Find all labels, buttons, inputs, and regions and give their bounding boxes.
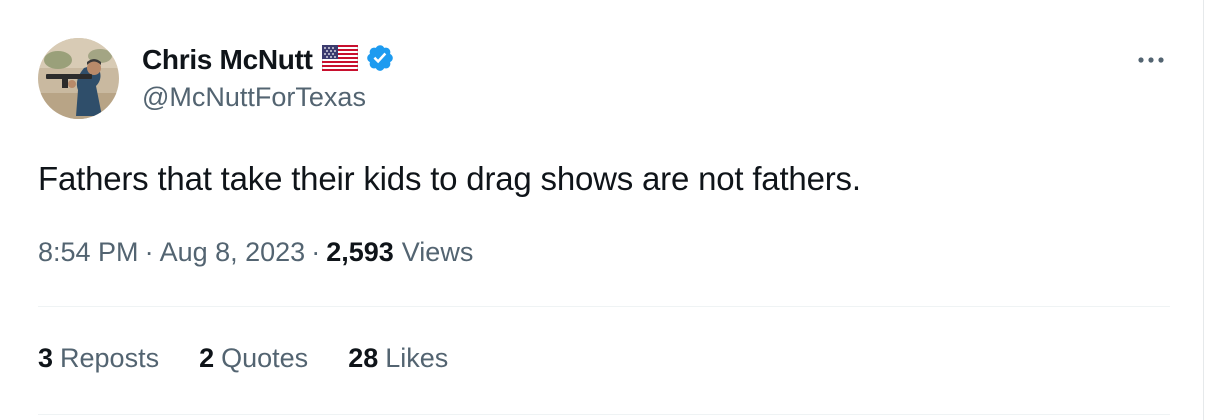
tweet-time[interactable]: 8:54 PM (38, 237, 139, 268)
stat-count: 28 (348, 343, 379, 373)
stat-label: Reposts (60, 343, 160, 373)
tweet-date[interactable]: Aug 8, 2023 (160, 237, 306, 268)
tweet-meta: 8:54 PM · Aug 8, 2023 · 2,593 Views (38, 237, 473, 268)
meta-separator: · (311, 237, 321, 267)
tweet-card: Chris McNutt @McNuttForTexas Fathers tha… (0, 0, 1204, 420)
stat-reposts[interactable]: 3 Reposts (38, 343, 159, 374)
views-label: Views (401, 237, 474, 267)
divider (38, 306, 1170, 307)
us-flag-icon (321, 44, 359, 76)
stat-likes[interactable]: 28 Likes (348, 343, 448, 374)
engagement-stats: 3 Reposts 2 Quotes 28 Likes (38, 343, 488, 374)
more-horizontal-icon[interactable] (1134, 46, 1168, 74)
stat-label: Likes (385, 343, 449, 373)
views-count: 2,593 (326, 237, 394, 267)
stat-count: 3 (38, 343, 54, 373)
tweet-text: Fathers that take their kids to drag sho… (38, 160, 861, 197)
divider (38, 414, 1170, 415)
author-handle[interactable]: @McNuttForTexas (142, 82, 366, 113)
meta-separator: · (144, 237, 154, 267)
stat-count: 2 (199, 343, 215, 373)
verified-badge-icon[interactable] (365, 43, 395, 78)
stat-quotes[interactable]: 2 Quotes (199, 343, 308, 374)
author-name[interactable]: Chris McNutt (142, 44, 313, 76)
stat-label: Quotes (221, 343, 309, 373)
author-name-row: Chris McNutt (142, 42, 395, 78)
avatar[interactable] (38, 38, 119, 119)
